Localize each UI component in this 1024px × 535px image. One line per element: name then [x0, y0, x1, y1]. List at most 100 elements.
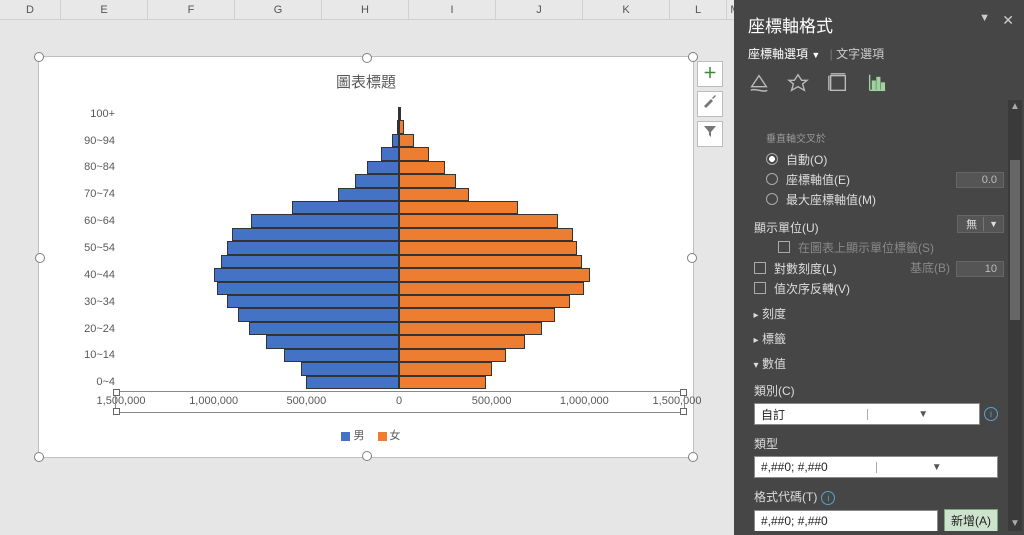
- bar-group[interactable]: [121, 214, 677, 227]
- number-type-dropdown[interactable]: #,##0; #,##0▼: [754, 456, 998, 478]
- scroll-thumb[interactable]: [1010, 160, 1020, 320]
- section-labels[interactable]: ▸標籤: [750, 330, 1004, 347]
- bar-male[interactable]: [338, 188, 399, 201]
- bar-group[interactable]: [121, 376, 677, 389]
- bar-female[interactable]: [399, 134, 414, 147]
- bar-female[interactable]: [399, 107, 401, 120]
- resize-handle[interactable]: [687, 253, 697, 263]
- bar-female[interactable]: [399, 201, 518, 214]
- bar-female[interactable]: [399, 174, 456, 187]
- bar-group[interactable]: [121, 335, 677, 348]
- radio-axis-cross-auto[interactable]: 自動(O): [766, 151, 1004, 168]
- bar-group[interactable]: [121, 308, 677, 321]
- effects-icon[interactable]: [787, 72, 813, 98]
- bar-group[interactable]: [121, 282, 677, 295]
- info-icon[interactable]: i: [821, 491, 835, 505]
- bar-female[interactable]: [399, 214, 558, 227]
- radio-axis-cross-max[interactable]: 最大座標軸值(M): [766, 191, 1004, 208]
- bar-group[interactable]: [121, 134, 677, 147]
- column-header[interactable]: J: [496, 0, 583, 20]
- bar-female[interactable]: [399, 376, 486, 389]
- resize-handle[interactable]: [35, 253, 45, 263]
- column-header[interactable]: G: [235, 0, 322, 20]
- column-header[interactable]: D: [0, 0, 61, 20]
- bar-female[interactable]: [399, 349, 506, 362]
- bar-male[interactable]: [232, 228, 399, 241]
- bar-group[interactable]: [121, 161, 677, 174]
- bar-male[interactable]: [381, 147, 399, 160]
- bar-male[interactable]: [214, 268, 399, 281]
- tab-text-options[interactable]: 文字選項: [836, 45, 884, 62]
- display-units-dropdown[interactable]: 無▼: [957, 215, 1004, 233]
- chk-log-scale[interactable]: 對數刻度(L): [754, 260, 837, 277]
- bar-female[interactable]: [399, 362, 492, 375]
- bar-female[interactable]: [399, 161, 445, 174]
- bar-group[interactable]: [121, 295, 677, 308]
- y-axis-labels[interactable]: 0~410~1420~2430~3440~4450~5460~6470~7480…: [61, 107, 117, 389]
- pane-close-button[interactable]: ✕: [1002, 12, 1014, 29]
- bar-group[interactable]: [121, 201, 677, 214]
- column-header[interactable]: F: [148, 0, 235, 20]
- column-header[interactable]: E: [61, 0, 148, 20]
- tab-axis-options[interactable]: 座標軸選項 ▼: [748, 45, 820, 62]
- axis-cross-value-field[interactable]: 0.0: [956, 172, 1004, 188]
- resize-handle[interactable]: [362, 451, 372, 461]
- axis-options-icon[interactable]: [866, 72, 892, 98]
- bar-male[interactable]: [238, 308, 399, 321]
- pane-options-button[interactable]: ▼: [979, 12, 990, 24]
- bar-male[interactable]: [251, 214, 399, 227]
- chart-filter-button[interactable]: [697, 121, 723, 147]
- bar-female[interactable]: [399, 335, 525, 348]
- bar-female[interactable]: [399, 268, 590, 281]
- section-number[interactable]: ▾數值: [750, 355, 1004, 372]
- bar-group[interactable]: [121, 147, 677, 160]
- number-code-field[interactable]: #,##0; #,##0: [754, 510, 938, 532]
- log-base-field[interactable]: 10: [956, 261, 1004, 277]
- bar-group[interactable]: [121, 188, 677, 201]
- pane-scrollbar[interactable]: ▲ ▼: [1008, 100, 1022, 531]
- size-properties-icon[interactable]: [827, 72, 853, 98]
- bar-female[interactable]: [399, 295, 570, 308]
- bar-male[interactable]: [217, 282, 399, 295]
- bar-male[interactable]: [266, 335, 399, 348]
- bar-male[interactable]: [392, 134, 399, 147]
- bar-female[interactable]: [399, 241, 577, 254]
- resize-handle[interactable]: [34, 452, 44, 462]
- bar-group[interactable]: [121, 322, 677, 335]
- bar-female[interactable]: [399, 308, 555, 321]
- column-header[interactable]: I: [409, 0, 496, 20]
- bar-group[interactable]: [121, 268, 677, 281]
- chart-object[interactable]: 圖表標題 0~410~1420~2430~3440~4450~5460~6470…: [38, 56, 694, 458]
- scroll-down-arrow[interactable]: ▼: [1008, 517, 1022, 531]
- column-header[interactable]: L: [670, 0, 727, 20]
- radio-axis-cross-value[interactable]: 座標軸值(E): [766, 171, 850, 188]
- fill-line-icon[interactable]: [748, 72, 774, 98]
- chart-add-element-button[interactable]: ＋: [697, 61, 723, 87]
- bar-female[interactable]: [399, 255, 582, 268]
- bar-female[interactable]: [399, 228, 573, 241]
- bar-male[interactable]: [227, 241, 399, 254]
- resize-handle[interactable]: [34, 52, 44, 62]
- bar-male[interactable]: [249, 322, 399, 335]
- section-ticks[interactable]: ▸刻度: [750, 305, 1004, 322]
- bar-male[interactable]: [367, 161, 399, 174]
- bar-group[interactable]: [121, 107, 677, 120]
- bar-group[interactable]: [121, 174, 677, 187]
- bar-male[interactable]: [221, 255, 399, 268]
- bar-group[interactable]: [121, 255, 677, 268]
- bar-female[interactable]: [399, 322, 542, 335]
- resize-handle[interactable]: [688, 452, 698, 462]
- bar-male[interactable]: [301, 362, 399, 375]
- chart-styles-button[interactable]: [697, 91, 723, 117]
- column-header[interactable]: H: [322, 0, 409, 20]
- bar-male[interactable]: [284, 349, 399, 362]
- bar-group[interactable]: [121, 362, 677, 375]
- bar-female[interactable]: [399, 147, 429, 160]
- bar-male[interactable]: [355, 174, 399, 187]
- bar-male[interactable]: [227, 295, 399, 308]
- bar-male[interactable]: [306, 376, 399, 389]
- bar-female[interactable]: [399, 188, 469, 201]
- bar-group[interactable]: [121, 349, 677, 362]
- info-icon[interactable]: i: [984, 407, 998, 421]
- chart-legend[interactable]: 男 女: [39, 427, 693, 443]
